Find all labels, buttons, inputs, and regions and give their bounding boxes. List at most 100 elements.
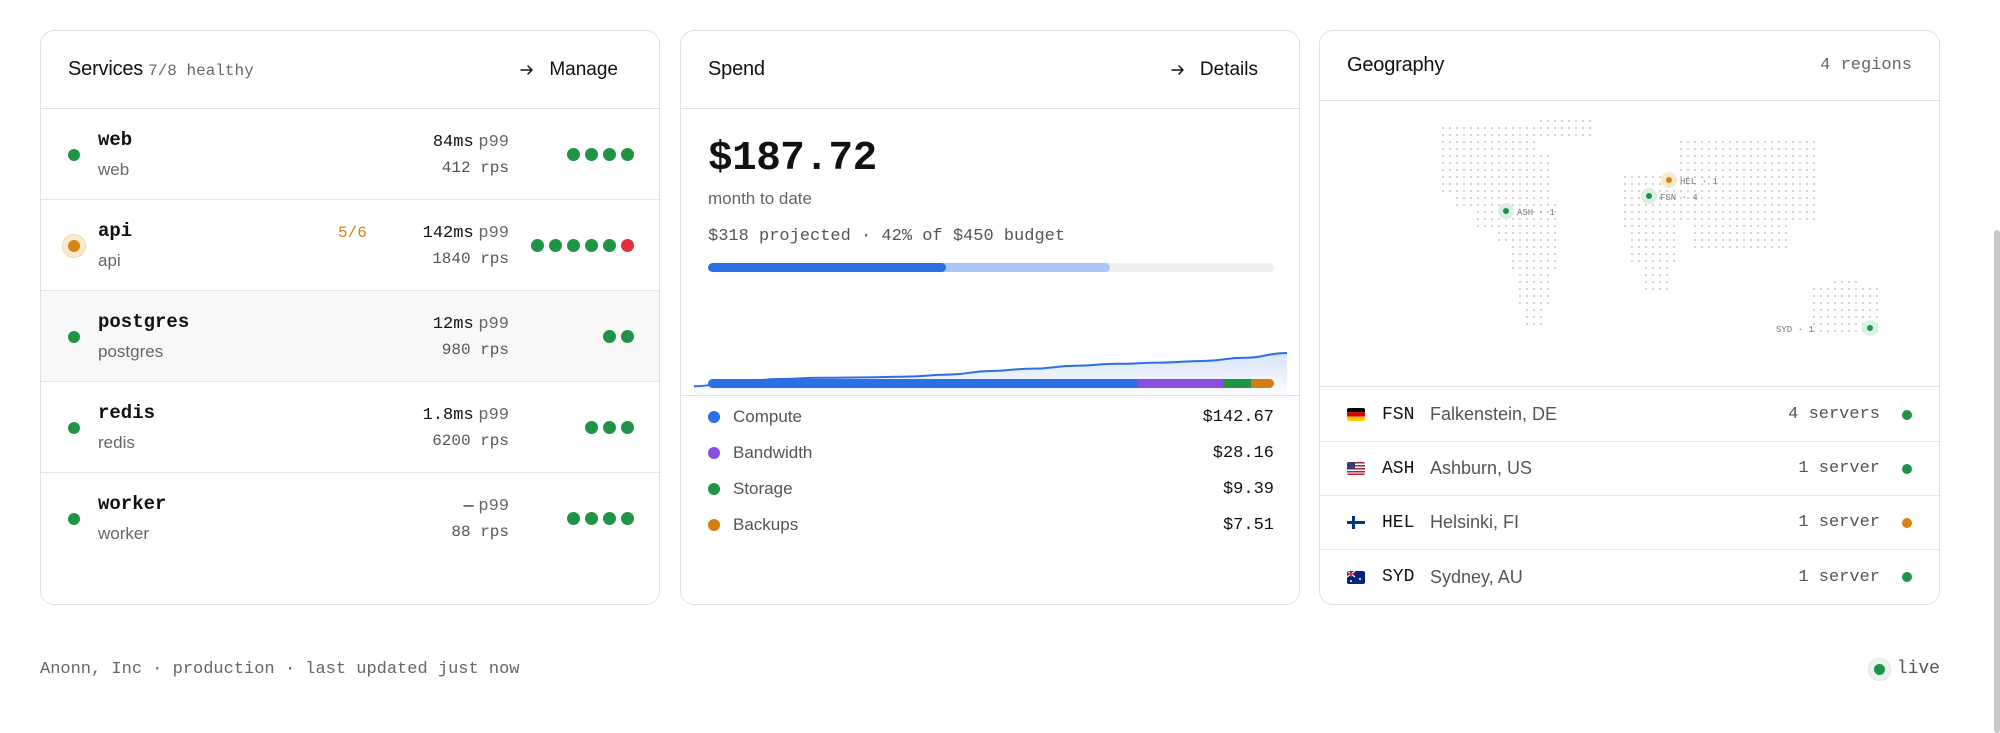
service-kind: postgres [98,342,164,361]
marker-label: SYD · 1 [1776,325,1814,335]
cost-breakdown-bar [708,379,1274,388]
pod-status-dot [531,239,544,252]
region-code: HEL [1382,512,1415,533]
cost-label: Backups [733,515,799,534]
legend-dot [708,519,720,531]
cost-row-backups: Backups $7.51 [708,513,1274,537]
map-marker-fsn[interactable]: FSN · 4 [1641,188,1698,204]
footer-meta: Anonn, Inc · production · last updated j… [40,660,520,679]
latency-value: 1.8ms [422,406,474,425]
marker-label: ASH · 1 [1517,208,1555,218]
legend-dot [708,411,720,423]
pod-status-dot [585,421,598,434]
region-city: Helsinki, FI [1430,512,1520,532]
spend-amount: $187.72 [708,136,877,182]
region-city: Ashburn, US [1430,458,1533,478]
latency-unit: p99 [478,315,509,334]
status-dot [68,331,80,343]
cost-value: $7.51 [1222,515,1274,535]
services-header: Services 7/8 healthy Manage [41,31,659,109]
trend-area [694,353,1287,395]
pod-status-dot [603,512,616,525]
region-count: 4 regions [1820,56,1912,75]
manage-button[interactable]: Manage [519,59,618,81]
region-status-dot [1902,409,1912,420]
live-indicator: live [1873,659,1940,679]
pod-status-dot [603,148,616,161]
service-row-postgres[interactable]: postgres postgres 12ms p99 980 rps [41,291,659,382]
region-servers: 1 server [1798,513,1880,532]
region-row-fsn[interactable]: FSN Falkenstein, DE 4 servers [1320,388,1939,442]
latency-unit: p99 [478,133,509,152]
pod-dots [567,512,634,525]
service-latency: 1.8ms p99 [423,404,509,425]
pod-status-dot [603,239,616,252]
service-row-web[interactable]: web web 84ms p99 412 rps [41,109,659,200]
spend-card: Spend Details $187.72 month to date $318… [680,30,1300,605]
cost-label: Storage [733,479,793,498]
breakdown-segment [1251,379,1274,388]
live-dot [1873,663,1885,675]
manage-label: Manage [549,58,618,80]
spend-projection: $318 projected · 42% of $450 budget [708,227,1066,246]
live-label: live [1896,659,1940,679]
latency-value: 142ms [422,224,474,243]
cost-label: Bandwidth [733,443,813,462]
marker-label: FSN · 4 [1660,193,1698,203]
breakdown-segment [1223,379,1252,388]
service-kind: web [98,160,130,179]
region-row-syd[interactable]: SYD Sydney, AU 1 server [1320,550,1939,604]
service-rps: 1840 rps [432,250,509,268]
pod-status-dot [585,148,598,161]
service-kind: redis [98,433,135,452]
services-health: 7/8 healthy [148,62,254,80]
services-card: Services 7/8 healthy Manage web web 84ms… [40,30,660,605]
spend-header: Spend Details [681,31,1299,109]
budget-progress-bar [708,263,1274,272]
pod-status-dot [603,421,616,434]
pod-dots [531,239,634,252]
us-flag-icon [1347,462,1365,475]
region-row-hel[interactable]: HEL Helsinki, FI 1 server [1320,496,1939,550]
germany-flag-icon [1347,408,1365,421]
pod-status-dot [549,239,562,252]
pod-status-dot [603,330,616,343]
pod-status-dot [621,148,634,161]
divider [681,395,1299,396]
geography-header: Geography 4 regions [1320,31,1939,101]
pod-status-dot [567,512,580,525]
pod-status-dot [621,330,634,343]
latency-value: 84ms [432,133,474,152]
service-row-redis[interactable]: redis redis 1.8ms p99 6200 rps [41,382,659,473]
details-button[interactable]: Details [1170,59,1258,81]
region-servers: 1 server [1798,459,1880,478]
region-servers: 1 server [1798,567,1880,587]
service-latency: — p99 [463,495,509,516]
arrow-right-icon [1171,64,1184,75]
pod-status-dot [621,421,634,434]
marker-label: HEL · 1 [1680,177,1718,187]
page-scrollbar[interactable] [1994,230,2000,733]
service-name: redis [98,402,156,424]
latency-unit: p99 [478,224,509,243]
region-row-ash[interactable]: ASH Ashburn, US 1 server [1320,442,1939,496]
pod-status-dot [585,512,598,525]
service-rps: 412 rps [441,159,509,177]
map-marker-syd[interactable]: SYD · 1 [1776,320,1878,336]
service-row-worker[interactable]: worker worker — p99 88 rps [41,473,659,564]
service-latency: 142ms p99 [423,222,509,243]
service-name: api [98,220,133,242]
service-row-api[interactable]: api api 5/6 142ms p99 1840 rps [41,200,659,291]
pod-status-dot [621,512,634,525]
service-kind: worker [98,524,150,543]
cost-row-bandwidth: Bandwidth $28.16 [708,441,1274,465]
map-marker-hel[interactable]: HEL · 1 [1661,172,1718,188]
pod-status-dot [567,148,580,161]
legend-dot [708,447,720,459]
australia-flag-icon [1347,570,1365,584]
service-name: worker [98,493,167,515]
service-ratio: 5/6 [338,224,367,242]
service-latency: 84ms p99 [433,131,509,152]
geography-card: Geography 4 regions ASH · 1 FSN · 4 HEL … [1319,30,1940,605]
finland-flag-icon [1347,516,1365,529]
